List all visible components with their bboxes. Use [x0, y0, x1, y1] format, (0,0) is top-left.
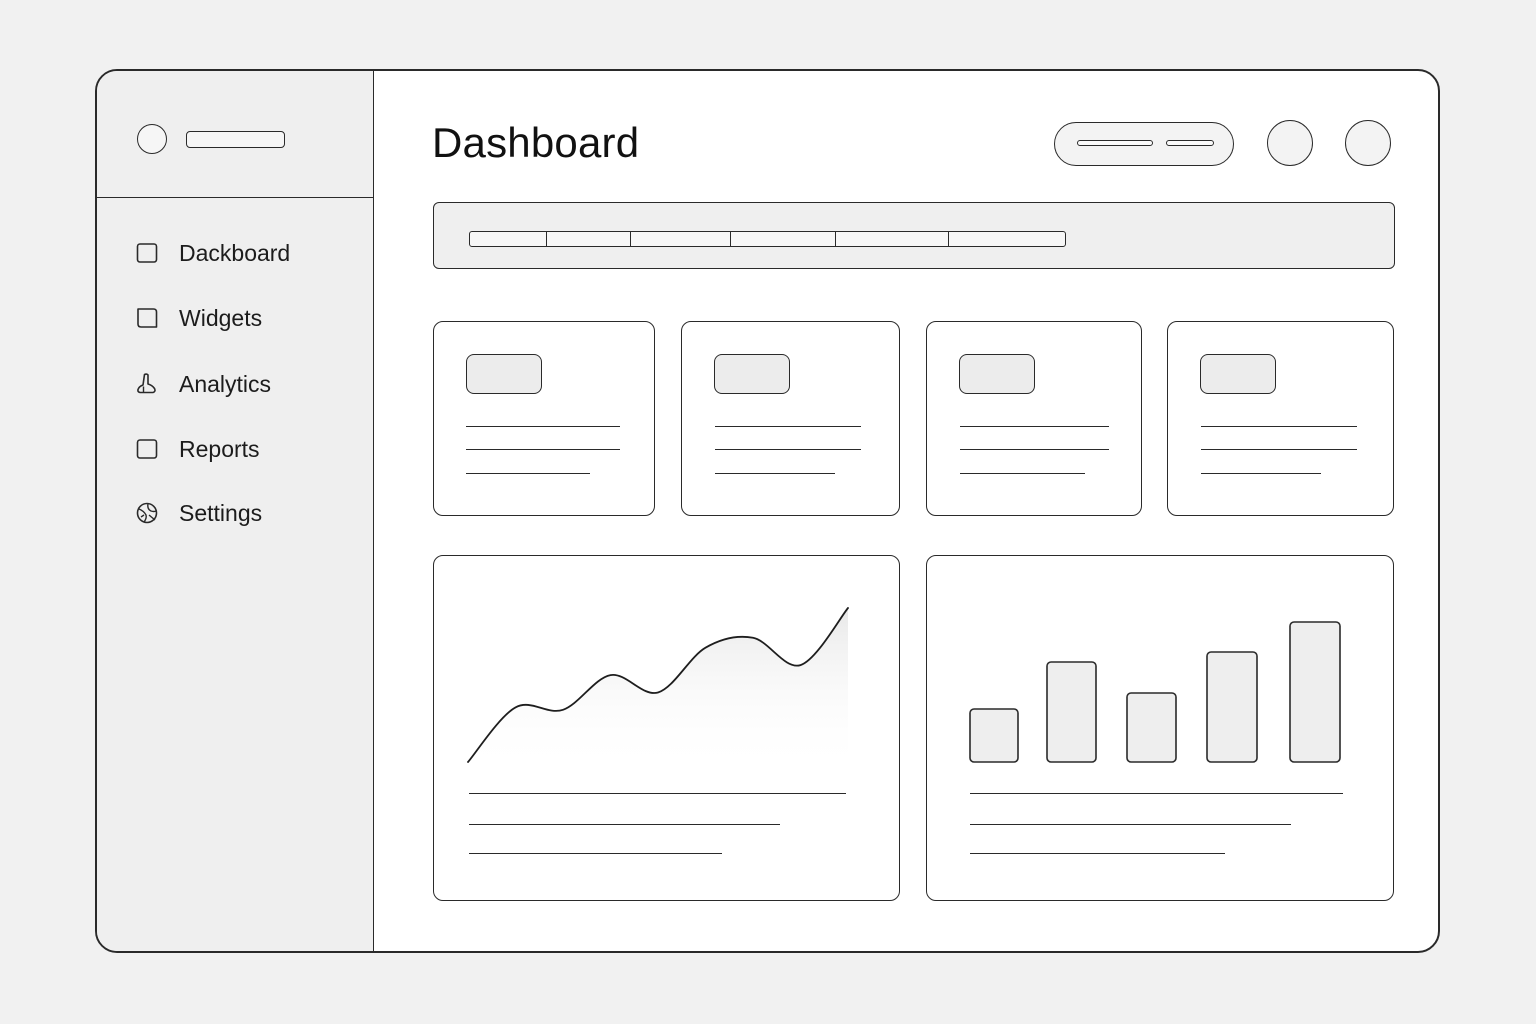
- filter-toolbar: [433, 202, 1395, 269]
- sidebar-header: [97, 71, 373, 198]
- text-line: [1201, 449, 1357, 450]
- text-line: [466, 473, 590, 474]
- sidebar-item-label: Dackboard: [179, 239, 291, 266]
- page-icon: [137, 308, 158, 328]
- line-chart-area: [468, 608, 848, 772]
- stat-card-chip: [1200, 354, 1276, 394]
- page-title: Dashboard: [432, 119, 640, 166]
- line-chart: [467, 607, 849, 772]
- square-icon: [136, 243, 158, 263]
- bar-chart-panel[interactable]: [926, 555, 1394, 901]
- text-line: [715, 473, 835, 474]
- text-line: [970, 793, 1343, 794]
- search-placeholder-bar: [1077, 140, 1153, 146]
- line-chart-panel[interactable]: [433, 555, 900, 901]
- square-icon: [136, 439, 158, 459]
- tab-1[interactable]: [470, 232, 547, 246]
- text-line: [960, 426, 1109, 427]
- bar-chart: [969, 621, 1341, 763]
- bar-5: [1289, 621, 1341, 763]
- text-line: [715, 449, 861, 450]
- app-window: Dackboard Widgets Analytics Reports Sett…: [95, 69, 1440, 953]
- text-line: [715, 426, 861, 427]
- sidebar-item-reports[interactable]: Reports: [135, 434, 260, 464]
- bar-3: [1126, 692, 1177, 763]
- main-content: Dashboard: [374, 71, 1438, 951]
- tab-strip: [469, 231, 1066, 247]
- sidebar-item-label: Reports: [179, 435, 260, 462]
- sidebar-item-analytics[interactable]: Analytics: [135, 369, 271, 399]
- flask-icon: [137, 373, 156, 394]
- tab-6[interactable]: [949, 232, 1065, 246]
- text-line: [466, 449, 620, 450]
- search-pill[interactable]: [1054, 122, 1234, 166]
- avatar[interactable]: [1345, 120, 1391, 166]
- sidebar-item-settings[interactable]: Settings: [135, 498, 262, 528]
- stat-card-chip: [466, 354, 542, 394]
- text-line: [466, 426, 620, 427]
- tab-3[interactable]: [631, 232, 731, 246]
- text-line: [469, 793, 846, 794]
- bar-1: [969, 708, 1019, 763]
- notification-button[interactable]: [1267, 120, 1313, 166]
- text-line: [960, 473, 1085, 474]
- app-name-placeholder: [186, 131, 285, 148]
- sidebar-item-dackboard[interactable]: Dackboard: [135, 238, 290, 268]
- stat-card[interactable]: [681, 321, 900, 516]
- sidebar-item-widgets[interactable]: Widgets: [135, 303, 262, 333]
- stat-card-chip: [714, 354, 790, 394]
- stat-card[interactable]: [926, 321, 1142, 516]
- search-placeholder-bar: [1166, 140, 1214, 146]
- text-line: [960, 449, 1109, 450]
- sidebar: Dackboard Widgets Analytics Reports Sett…: [97, 71, 374, 951]
- stat-card[interactable]: [433, 321, 655, 516]
- tab-2[interactable]: [547, 232, 631, 246]
- stat-card-chip: [959, 354, 1035, 394]
- stat-card[interactable]: [1167, 321, 1394, 516]
- text-line: [1201, 426, 1357, 427]
- tab-5[interactable]: [836, 232, 949, 246]
- sidebar-item-label: Analytics: [179, 370, 272, 397]
- text-line: [1201, 473, 1321, 474]
- globe-icon: [136, 502, 158, 524]
- text-line: [469, 824, 780, 825]
- bar-4: [1206, 651, 1258, 763]
- sidebar-item-label: Settings: [179, 499, 263, 526]
- text-line: [970, 824, 1291, 825]
- text-line: [970, 853, 1225, 854]
- bar-2: [1046, 661, 1097, 763]
- sidebar-item-label: Widgets: [179, 304, 263, 331]
- text-line: [469, 853, 722, 854]
- logo-icon: [137, 124, 167, 154]
- tab-4[interactable]: [731, 232, 836, 246]
